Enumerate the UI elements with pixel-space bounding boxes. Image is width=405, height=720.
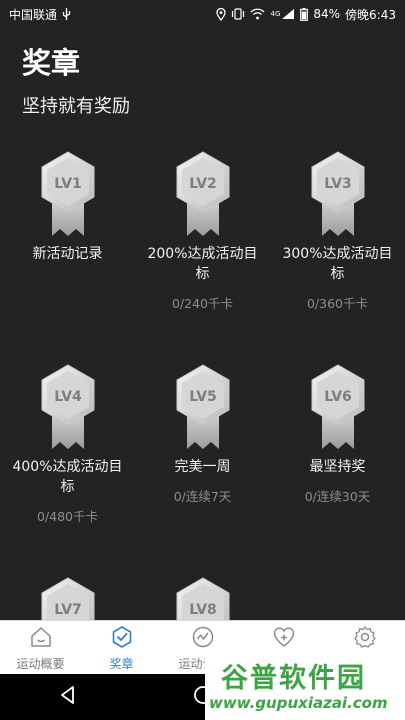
badge-progress: 0/连续30天: [304, 489, 371, 504]
badge-name: 400%达成活动目标: [12, 459, 123, 495]
carrier-label: 中国联通: [9, 7, 58, 22]
page-subtitle: 坚持就有奖励: [22, 96, 130, 117]
clock: 傍晚6:43: [345, 7, 396, 22]
status-bar: 中国联通 4G 84% 傍晚6:43: [0, 0, 405, 28]
badge-name: 完美一周: [174, 459, 231, 475]
badge-level: LV2: [189, 176, 217, 192]
wifi-icon: [250, 8, 265, 20]
location-icon: [216, 7, 227, 21]
badge-progress: 0/360千卡: [306, 296, 369, 311]
badge-item[interactable]: LV6 最坚持奖 0/连续30天: [270, 363, 405, 505]
plan-icon: [191, 625, 215, 652]
usb-icon: [62, 7, 71, 21]
medal-icon: LV2: [176, 151, 229, 236]
network-type-label: 4G: [270, 10, 281, 18]
badge-name: 最坚持奖: [309, 459, 366, 475]
tab-label: 奖章: [109, 656, 134, 671]
medal-icon: LV3: [311, 151, 364, 236]
badge-level: LV1: [54, 176, 82, 192]
badge-level: LV6: [324, 389, 352, 405]
signal-icon: [281, 8, 295, 20]
house-icon: [29, 625, 53, 652]
medal-icon: LV5: [176, 364, 229, 449]
badge-item[interactable]: LV2 200%达成活动目标 0/240千卡: [135, 150, 270, 312]
badge-progress: 0/480千卡: [36, 509, 99, 524]
badge-level: LV8: [189, 602, 217, 618]
badge-level: LV4: [54, 389, 82, 405]
tab-label: 运动概要: [16, 656, 65, 671]
heart-plus-icon: [272, 625, 296, 652]
badge-progress: 0/连续7天: [173, 489, 232, 504]
badge-name: 300%达成活动目标: [282, 246, 393, 282]
badge-item[interactable]: LV5 完美一周 0/连续7天: [135, 363, 270, 505]
badge-progress: 0/240千卡: [171, 296, 234, 311]
medal-icon: LV1: [41, 151, 94, 236]
badge-level: LV3: [324, 176, 352, 192]
badge-name: 新活动记录: [32, 246, 103, 262]
badge-level: LV7: [54, 602, 82, 618]
vibrate-icon: [231, 8, 245, 20]
gear-icon: [353, 625, 377, 652]
badge-item[interactable]: LV1 新活动记录: [0, 150, 135, 264]
badge-item[interactable]: LV3 300%达成活动目标 0/360千卡: [270, 150, 405, 312]
watermark-title: 谷普软件园: [221, 663, 366, 694]
tab-badges[interactable]: 奖章: [81, 621, 162, 675]
back-icon[interactable]: [58, 685, 78, 709]
watermark-url: www.gupuxiazai.com: [209, 694, 388, 712]
badge-check-icon: [110, 625, 134, 652]
badge-name: 200%达成活动目标: [147, 246, 258, 282]
medal-icon: LV4: [41, 364, 94, 449]
medal-icon: LV6: [311, 364, 364, 449]
watermark: 谷普软件园 www.gupuxiazai.com: [205, 654, 405, 720]
page-title: 奖章: [22, 46, 81, 80]
battery-percent: 84%: [313, 7, 341, 21]
battery-icon: [300, 7, 309, 21]
badge-level: LV5: [189, 389, 217, 405]
badge-item[interactable]: LV4 400%达成活动目标 0/480千卡: [0, 363, 135, 525]
tab-overview[interactable]: 运动概要: [0, 621, 81, 675]
